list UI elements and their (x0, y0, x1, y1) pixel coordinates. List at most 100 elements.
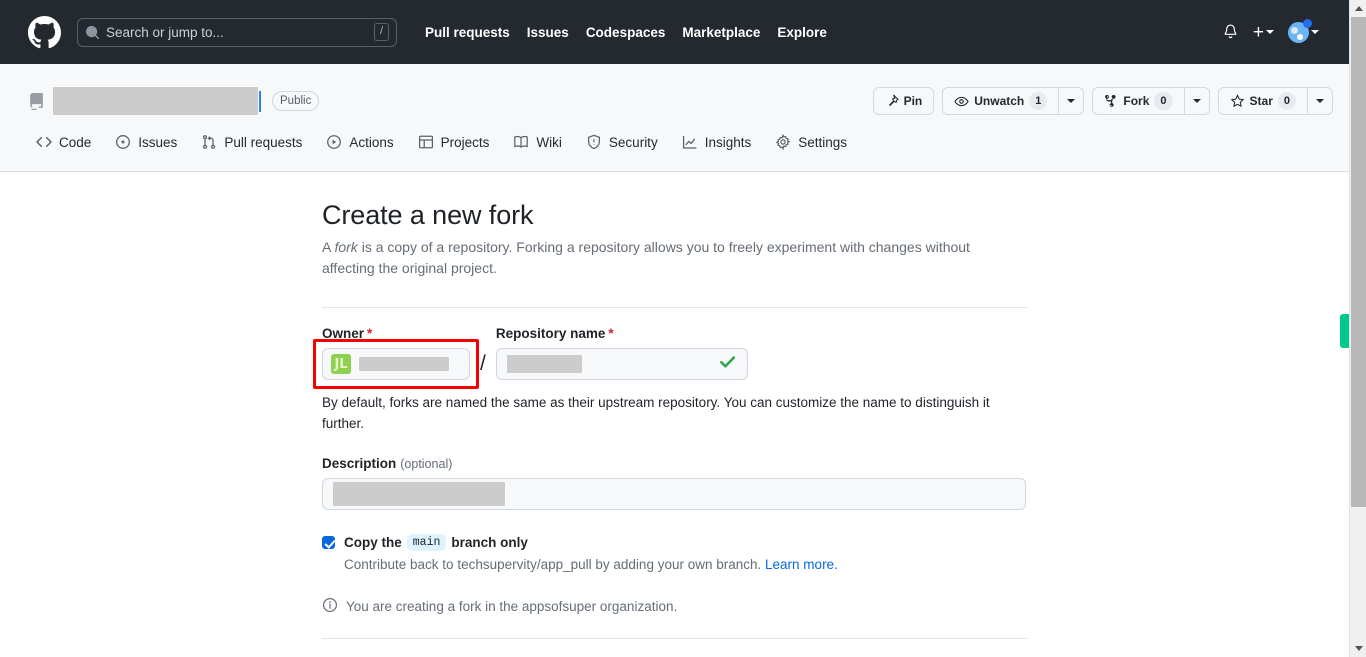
tab-insights-label: Insights (704, 134, 752, 150)
user-menu-button[interactable] (1288, 18, 1319, 43)
scrollbar-thumb[interactable] (1351, 17, 1366, 507)
description-value-redacted (333, 482, 505, 506)
fork-name-helper-text: By default, forks are named the same as … (322, 395, 990, 431)
fork-dropdown-button[interactable] (1183, 87, 1210, 115)
repository-name-required-marker: * (608, 326, 614, 341)
nav-marketplace[interactable]: Marketplace (682, 25, 760, 40)
edge-marker[interactable] (1340, 314, 1349, 348)
description-optional-tag: (optional) (400, 457, 453, 471)
shield-icon (587, 134, 600, 150)
main-content: Create a new fork A fork is a copy of a … (0, 172, 1349, 639)
star-button-group: Star 0 (1217, 87, 1333, 115)
tab-issues[interactable]: Issues (107, 121, 193, 163)
book-icon (514, 136, 529, 148)
repository-tabs: Code Issues Pull requests Actions Projec… (28, 120, 1333, 164)
create-new-button[interactable]: + (1253, 23, 1274, 42)
fork-button[interactable]: Fork 0 (1092, 87, 1184, 115)
unwatch-button-label: Unwatch (974, 94, 1025, 108)
star-dropdown-button[interactable] (1307, 87, 1333, 115)
github-page: Search or jump to... / Pull requests Iss… (0, 0, 1349, 657)
owner-field: Owner * JL (313, 326, 479, 389)
repository-name-redacted[interactable] (53, 87, 258, 115)
nav-issues[interactable]: Issues (527, 25, 569, 40)
pin-icon (888, 94, 899, 107)
copy-branch-label[interactable]: Copy the main branch only (344, 534, 528, 551)
copy-branch-sub-label: Contribute back to techsupervity/app_pul… (344, 557, 762, 572)
bell-icon[interactable] (1222, 23, 1239, 41)
fork-button-label: Fork (1123, 94, 1150, 108)
avatar-status-dot (1303, 18, 1312, 28)
fork-description-text: A (322, 239, 335, 255)
copy-branch-text-after: branch only (451, 535, 528, 550)
gear-icon (775, 134, 791, 150)
copy-branch-checkbox[interactable] (322, 536, 335, 549)
code-icon (36, 136, 52, 148)
git-pull-request-icon (203, 135, 216, 149)
repository-name-field: Repository name * (495, 326, 748, 380)
repository-name-value-redacted (506, 355, 582, 373)
star-button[interactable]: Star 0 (1217, 87, 1307, 115)
star-button-label: Star (1249, 94, 1273, 108)
unwatch-count: 1 (1029, 92, 1048, 110)
copy-branch-text-before: Copy the (344, 535, 402, 550)
star-icon (1230, 93, 1244, 107)
tab-security[interactable]: Security (578, 121, 674, 163)
search-placeholder: Search or jump to... (106, 24, 224, 40)
owner-repo-separator: / (480, 352, 486, 375)
repository-name-label-text: Repository name (495, 326, 606, 341)
unwatch-button[interactable]: Unwatch 1 (942, 87, 1059, 115)
nav-pull-requests[interactable]: Pull requests (425, 25, 510, 40)
repository-title-row: Public Pin Unwatch 1 Fork 0 Star 0 (28, 64, 1333, 120)
fork-count: 0 (1154, 92, 1173, 110)
visibility-badge: Public (272, 91, 320, 111)
tab-insights[interactable]: Insights (674, 121, 768, 163)
owner-avatar-initials: JL (334, 356, 348, 372)
tab-code-label: Code (59, 134, 92, 150)
nav-explore[interactable]: Explore (777, 25, 827, 40)
text-cursor (259, 90, 261, 112)
owner-value-redacted (359, 357, 449, 371)
info-icon (322, 597, 338, 616)
description-input[interactable] (322, 478, 1026, 510)
repo-icon (28, 92, 45, 112)
tab-code[interactable]: Code (28, 121, 107, 163)
browser-scrollbar[interactable] (1349, 0, 1366, 657)
repository-name-input[interactable] (495, 348, 748, 380)
search-icon (85, 25, 100, 40)
scroll-down-arrow-icon[interactable] (1350, 640, 1366, 657)
repository-name-label: Repository name * (496, 326, 748, 341)
star-count: 0 (1277, 92, 1296, 110)
copy-branch-checkbox-row: Copy the main branch only (322, 534, 1028, 551)
chevron-down-icon (1266, 30, 1274, 34)
tab-actions-label: Actions (349, 134, 394, 150)
fork-description: A fork is a copy of a repository. Forkin… (322, 237, 1002, 279)
global-nav: Pull requests Issues Codespaces Marketpl… (425, 25, 827, 40)
tab-issues-label: Issues (138, 134, 178, 150)
tab-projects[interactable]: Projects (410, 121, 506, 163)
github-logo-icon[interactable] (28, 15, 61, 49)
tab-actions[interactable]: Actions (318, 121, 409, 163)
owner-repo-row: Owner * JL / Repository name * (313, 326, 1028, 389)
graph-icon (682, 136, 697, 149)
tab-wiki-label: Wiki (536, 134, 562, 150)
nav-codespaces[interactable]: Codespaces (586, 25, 666, 40)
owner-avatar-icon: JL (331, 354, 351, 374)
tab-wiki[interactable]: Wiki (505, 121, 578, 163)
check-icon (718, 352, 737, 376)
copy-branch-block: Copy the main branch only Contribute bac… (322, 534, 1028, 575)
issue-opened-icon (116, 135, 131, 149)
chevron-down-icon (1067, 99, 1076, 103)
search-input[interactable]: Search or jump to... / (77, 17, 397, 47)
repository-header: Public Pin Unwatch 1 Fork 0 Star 0 Code … (0, 64, 1349, 172)
browser-viewport: Search or jump to... / Pull requests Iss… (0, 0, 1366, 657)
owner-select[interactable]: JL (322, 348, 470, 380)
learn-more-link[interactable]: Learn more. (765, 557, 838, 572)
scroll-up-arrow-icon[interactable] (1350, 0, 1366, 17)
chevron-down-icon (1316, 99, 1324, 103)
fork-description-rest: is a copy of a repository. Forking a rep… (322, 239, 970, 276)
tab-settings[interactable]: Settings (767, 121, 863, 163)
unwatch-dropdown-button[interactable] (1058, 87, 1085, 115)
tab-pull-requests[interactable]: Pull requests (193, 121, 318, 163)
tab-pull-requests-label: Pull requests (224, 134, 303, 150)
pin-button[interactable]: Pin (872, 87, 935, 115)
